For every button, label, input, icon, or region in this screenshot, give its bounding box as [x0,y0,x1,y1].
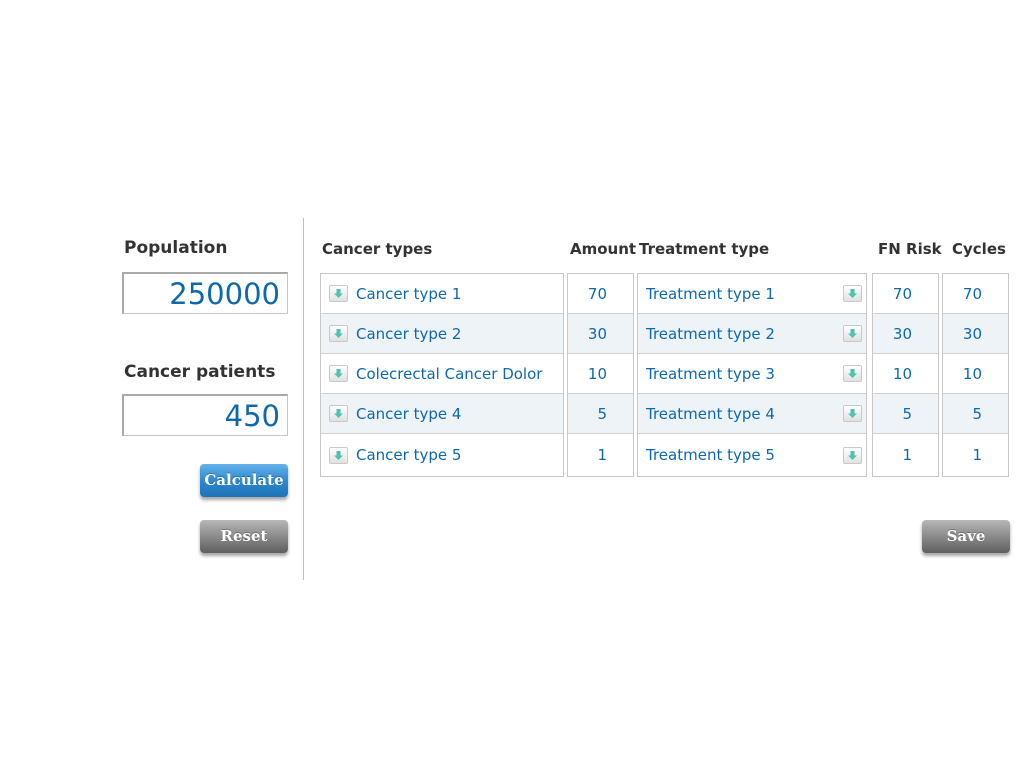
chevron-down-icon[interactable] [329,285,348,302]
reset-button[interactable]: Reset [200,520,288,553]
table-row[interactable]: Treatment type 1 [638,274,866,314]
amount-field[interactable]: 30 [568,314,633,354]
cancer-patients-label: Cancer patients [124,362,276,382]
table-row[interactable]: Treatment type 5 [638,434,866,476]
cycles-field[interactable]: 1 [943,434,1008,476]
table-row[interactable]: Cancer type 2 [321,314,563,354]
amount-field[interactable]: 10 [568,354,633,394]
table-row[interactable]: Treatment type 4 [638,394,866,434]
cancer-type-label: Colecrectal Cancer Dolor [356,364,543,383]
cancer-types-column: Cancer type 1 Cancer type 2 Colecrectal … [320,273,564,477]
cycles-field[interactable]: 10 [943,354,1008,394]
table-row[interactable]: Treatment type 2 [638,314,866,354]
amount-column: 70 30 10 5 1 [567,273,634,477]
amount-field[interactable]: 5 [568,394,633,434]
chevron-down-icon[interactable] [329,365,348,382]
table-row[interactable]: Cancer type 5 [321,434,563,476]
fn-risk-field[interactable]: 70 [873,274,938,314]
fn-risk-field[interactable]: 5 [873,394,938,434]
cancer-type-label: Cancer type 5 [356,446,462,464]
fn-risk-field[interactable]: 10 [873,354,938,394]
population-label: Population [124,238,228,258]
cycles-field[interactable]: 5 [943,394,1008,434]
treatment-type-label: Treatment type 3 [646,364,775,383]
cancer-type-label: Cancer type 2 [356,324,462,343]
chevron-down-icon[interactable] [843,365,862,382]
population-field[interactable]: 250000 [122,272,288,314]
treatment-type-label: Treatment type 2 [646,324,775,343]
fn-risk-field[interactable]: 30 [873,314,938,354]
chevron-down-icon[interactable] [843,325,862,342]
fn-risk-column: 70 30 10 5 1 [872,273,939,477]
fn-risk-field[interactable]: 1 [873,434,938,476]
treatment-type-label: Treatment type 5 [646,446,775,464]
save-button[interactable]: Save [922,520,1010,553]
cycles-field[interactable]: 30 [943,314,1008,354]
treatment-type-label: Treatment type 1 [646,284,775,303]
cycles-field[interactable]: 70 [943,274,1008,314]
treatment-type-column: Treatment type 1 Treatment type 2 Treatm… [637,273,867,477]
header-fn-risk: FN Risk [878,240,942,258]
calculate-button[interactable]: Calculate [200,464,288,497]
panel-divider [303,218,304,580]
header-cycles: Cycles [952,240,1006,258]
chevron-down-icon[interactable] [843,285,862,302]
treatment-type-label: Treatment type 4 [646,404,775,423]
cancer-patients-field[interactable]: 450 [122,394,288,436]
cancer-type-label: Cancer type 1 [356,284,462,303]
cycles-column: 70 30 10 5 1 [942,273,1009,477]
amount-field[interactable]: 70 [568,274,633,314]
header-amount: Amount [570,240,637,258]
table-row[interactable]: Treatment type 3 [638,354,866,394]
header-treatment-type: Treatment type [639,240,770,258]
header-cancer-types: Cancer types [322,240,433,258]
chevron-down-icon[interactable] [329,325,348,342]
chevron-down-icon[interactable] [843,446,862,464]
cancer-type-label: Cancer type 4 [356,404,462,423]
table-row[interactable]: Cancer type 4 [321,394,563,434]
table-row[interactable]: Colecrectal Cancer Dolor [321,354,563,394]
amount-field[interactable]: 1 [568,434,633,476]
chevron-down-icon[interactable] [843,405,862,422]
table-row[interactable]: Cancer type 1 [321,274,563,314]
chevron-down-icon[interactable] [329,405,348,422]
chevron-down-icon[interactable] [329,446,348,464]
